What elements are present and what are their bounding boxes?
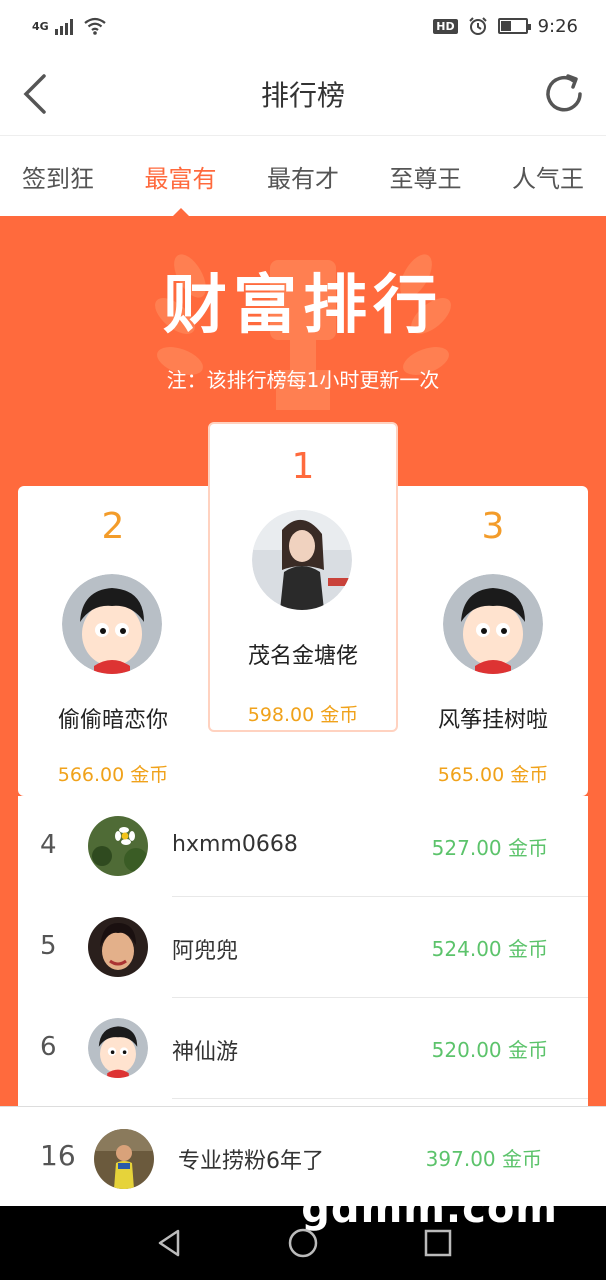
row-divider	[172, 1098, 588, 1099]
list-item[interactable]: 5 阿兜兜 524.00 金币	[18, 897, 588, 998]
back-arrow-icon[interactable]	[18, 72, 58, 116]
rank-1-amount: 598.00 金币	[247, 704, 359, 726]
tab-richest[interactable]: 最富有	[145, 136, 217, 216]
rank-3-amount: 565.00 金币	[437, 764, 549, 786]
cartoon-avatar-icon	[62, 574, 162, 674]
list-amount: 520.00 金币	[431, 1038, 548, 1062]
rank-1-card: 1 茂名金塘佬 598.00 金币	[208, 422, 398, 732]
network-type: 4G	[32, 19, 49, 33]
hd-badge: HD	[433, 18, 458, 34]
status-left: 4G	[32, 17, 107, 35]
status-bar: 4G HD 9:26	[0, 0, 606, 52]
hero-title: 财富排行	[163, 269, 443, 343]
tab-popular[interactable]: 人气王	[512, 136, 584, 216]
refresh-icon[interactable]	[542, 72, 586, 116]
list-item[interactable]: 6 神仙游 520.00 金币	[18, 998, 588, 1099]
tab-supreme[interactable]: 至尊王	[390, 136, 462, 216]
list-amount: 527.00 金币	[431, 836, 548, 860]
rank-2-name: 偷偷暗恋你	[57, 708, 168, 733]
list-name: hxmm0668	[172, 832, 298, 857]
list-item[interactable]: 4 hxmm0668 527.00 金币	[18, 796, 588, 897]
alarm-icon	[468, 17, 487, 35]
list-rank: 4	[40, 830, 57, 860]
battery-fill	[500, 21, 511, 31]
tab-signin[interactable]: 签到狂	[22, 136, 94, 216]
rank-3-name: 风筝挂树啦	[437, 708, 548, 733]
page-title: 排行榜	[260, 78, 345, 112]
tab-talented[interactable]: 最有才	[267, 136, 339, 216]
list-avatar	[88, 1018, 148, 1078]
nav-recents-icon[interactable]	[421, 1226, 455, 1260]
child-photo-icon	[94, 1129, 154, 1189]
ranking-list: 4 hxmm0668 527.00 金币 5 阿兜兜 524.00 金币 6 神…	[18, 796, 588, 1106]
list-name: 阿兜兜	[172, 939, 239, 964]
rank-2-amount: 566.00 金币	[57, 764, 169, 786]
my-amount: 397.00 金币	[425, 1147, 542, 1171]
hero-banner: 财富排行 注：该排行榜每1小时更新一次	[0, 216, 606, 426]
system-nav-bar: gdmm.com	[0, 1186, 606, 1280]
clock-time: 9:26	[537, 15, 578, 37]
flower-photo-icon	[88, 816, 148, 876]
rank-1-avatar[interactable]	[252, 510, 352, 610]
rank-3-avatar[interactable]	[443, 574, 543, 674]
rank-1-number: 1	[291, 446, 315, 487]
status-right: HD 9:26	[433, 16, 578, 37]
user-photo-icon	[252, 510, 352, 610]
nav-back-icon[interactable]	[152, 1226, 186, 1260]
list-avatar	[88, 917, 148, 977]
battery-icon	[497, 18, 531, 34]
signal-icon	[54, 19, 73, 35]
update-note: 注：该排行榜每1小时更新一次	[166, 368, 440, 392]
cartoon-avatar-icon	[88, 1018, 148, 1078]
wifi-icon	[84, 17, 106, 35]
list-rank: 5	[40, 931, 57, 961]
list-name: 神仙游	[172, 1040, 239, 1065]
list-rank: 6	[40, 1032, 57, 1062]
my-name: 专业捞粉6年了	[178, 1149, 324, 1174]
nav-home-icon[interactable]	[286, 1226, 320, 1260]
list-avatar	[88, 816, 148, 876]
rank-3-number: 3	[481, 506, 505, 547]
category-tabs: 签到狂 最富有 最有才 至尊王 人气王	[0, 136, 606, 216]
my-rank: 16	[40, 1139, 76, 1172]
woman-photo-icon	[88, 917, 148, 977]
rank-2-avatar[interactable]	[62, 574, 162, 674]
app-header: 排行榜	[0, 52, 606, 136]
cartoon-avatar-icon	[443, 574, 543, 674]
my-avatar	[94, 1129, 154, 1189]
rank-1-name: 茂名金塘佬	[247, 644, 358, 669]
rank-2-number: 2	[101, 506, 125, 547]
list-amount: 524.00 金币	[431, 937, 548, 961]
